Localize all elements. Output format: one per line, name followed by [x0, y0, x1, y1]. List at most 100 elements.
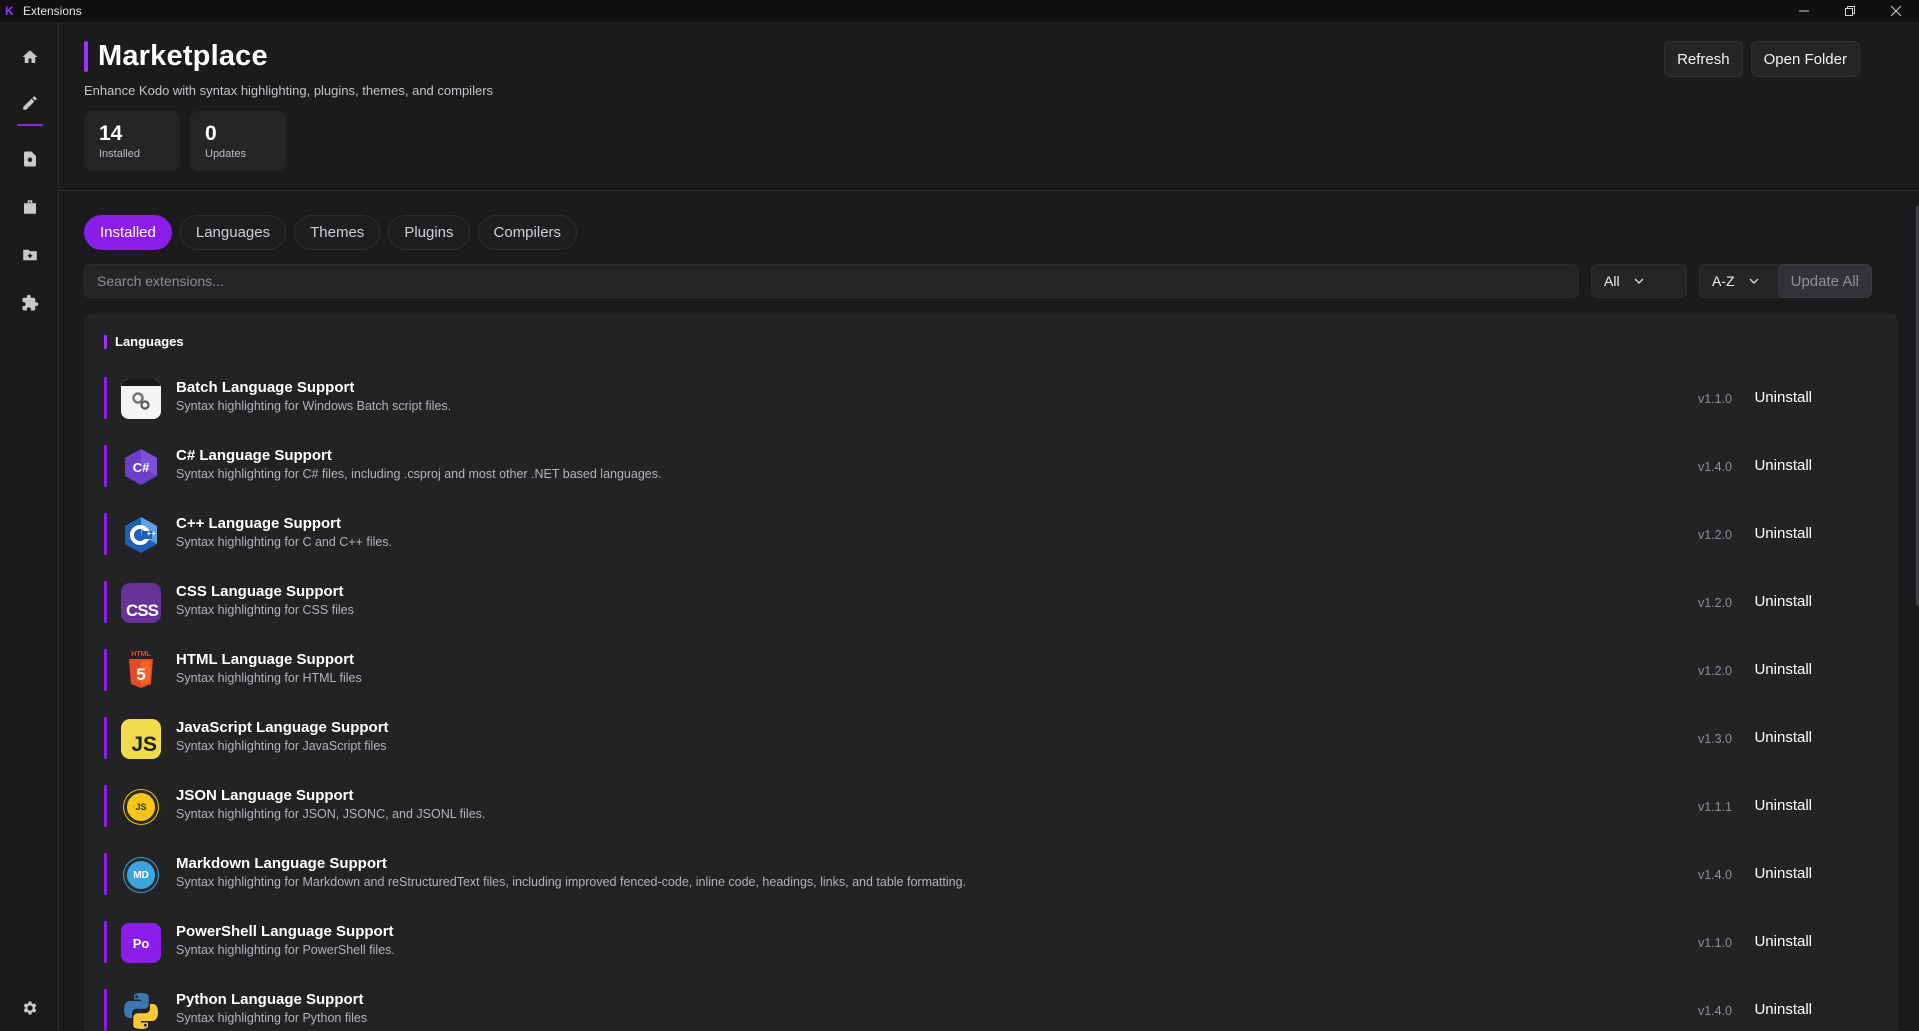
updates-label: Updates	[205, 148, 246, 160]
cpp-icon: ++	[121, 515, 161, 555]
tab-bar: Installed Languages Themes Plugins Compi…	[84, 215, 578, 250]
sidebar	[0, 22, 59, 1031]
title-row: Marketplace	[84, 40, 1894, 73]
uninstall-button[interactable]: Uninstall	[1754, 933, 1812, 950]
row-accent	[104, 377, 107, 419]
page-subtitle: Enhance Kodo with syntax highlighting, p…	[84, 83, 494, 98]
installed-count: 14	[99, 122, 123, 145]
css-icon: CSS	[121, 583, 161, 623]
markdown-icon-text: MD	[133, 869, 149, 881]
sidebar-item-editor[interactable]	[0, 83, 59, 126]
sidebar-item-extensions[interactable]	[0, 283, 59, 323]
python-icon	[121, 991, 161, 1031]
chevron-down-icon	[1634, 278, 1644, 284]
extension-description: Syntax highlighting for JavaScript files	[176, 739, 387, 753]
refresh-button[interactable]: Refresh	[1664, 41, 1743, 77]
open-folder-button[interactable]: Open Folder	[1750, 41, 1860, 77]
extension-version: v1.1.0	[1697, 392, 1732, 406]
uninstall-button[interactable]: Uninstall	[1754, 389, 1812, 406]
sidebar-item-folders[interactable]	[0, 235, 59, 275]
extension-row[interactable]: Batch Language Support Syntax highlighti…	[104, 365, 1884, 433]
extension-description: Syntax highlighting for JSON, JSONC, and…	[176, 807, 486, 821]
tab-compilers[interactable]: Compilers	[477, 215, 578, 250]
extension-version: v1.2.0	[1697, 664, 1732, 678]
extension-description: Syntax highlighting for CSS files	[176, 603, 354, 617]
row-accent	[104, 921, 107, 963]
app-logo-icon: K	[5, 4, 14, 18]
extension-name: CSS Language Support	[176, 583, 344, 600]
extension-row[interactable]: ++ C++ Language Support Syntax highlight…	[104, 501, 1884, 569]
row-accent	[104, 581, 107, 623]
page-header: Marketplace Enhance Kodo with syntax hig…	[84, 40, 1894, 98]
extension-row[interactable]: Python Language Support Syntax highlight…	[104, 977, 1884, 1031]
tab-themes[interactable]: Themes	[294, 215, 381, 250]
extension-name: JavaScript Language Support	[176, 719, 389, 736]
uninstall-button[interactable]: Uninstall	[1754, 457, 1812, 474]
html-icon-caption: HTML	[131, 651, 151, 658]
page-title: Marketplace	[98, 40, 268, 72]
tab-installed[interactable]: Installed	[84, 215, 172, 250]
chevron-down-icon	[1749, 278, 1759, 284]
javascript-icon: JS	[121, 719, 161, 759]
section-header: Languages	[104, 334, 184, 349]
extension-row[interactable]: CSS CSS Language Support Syntax highligh…	[104, 569, 1884, 637]
extension-description: Syntax highlighting for Python files	[176, 1011, 368, 1025]
header-actions: Refresh Open Folder	[1664, 41, 1860, 77]
extension-row[interactable]: HTML 5 HTML Language Support Syntax high…	[104, 637, 1884, 705]
extension-description: Syntax highlighting for Windows Batch sc…	[176, 399, 452, 413]
sidebar-item-settings[interactable]	[0, 988, 59, 1028]
home-icon	[22, 50, 37, 63]
extension-version: v1.2.0	[1697, 528, 1732, 542]
extension-name: Markdown Language Support	[176, 855, 387, 872]
uninstall-button[interactable]: Uninstall	[1754, 1001, 1812, 1018]
extension-name: Batch Language Support	[176, 379, 355, 396]
stat-installed: 14 Installed	[84, 111, 180, 171]
sidebar-item-home[interactable]	[0, 37, 59, 77]
sidebar-item-packages[interactable]	[0, 187, 59, 227]
extension-row[interactable]: JS JavaScript Language Support Syntax hi…	[104, 705, 1884, 773]
restore-button[interactable]	[1827, 0, 1873, 22]
extension-row[interactable]: C# C# Language Support Syntax highlighti…	[104, 433, 1884, 501]
package-icon	[23, 200, 36, 214]
javascript-icon-text: JS	[131, 733, 157, 756]
minimize-button[interactable]	[1781, 0, 1827, 22]
section-accent	[104, 334, 107, 349]
extension-row[interactable]: MD Markdown Language Support Syntax high…	[104, 841, 1884, 909]
extension-list-panel: Languages Batch Language Support Syntax …	[84, 314, 1898, 1031]
sidebar-item-files[interactable]	[0, 139, 59, 179]
cpp-icon-text: ++	[146, 529, 156, 538]
css-icon-text: CSS	[126, 601, 159, 620]
installed-label: Installed	[99, 148, 140, 160]
extension-version: v1.3.0	[1697, 732, 1732, 746]
extension-name: Python Language Support	[176, 991, 364, 1008]
json-icon: JS	[121, 787, 161, 827]
minimize-icon	[1799, 10, 1809, 12]
search-input[interactable]	[84, 264, 1579, 298]
row-accent	[104, 649, 107, 691]
type-filter-dropdown[interactable]: All	[1591, 264, 1687, 298]
extension-description: Syntax highlighting for Markdown and reS…	[176, 875, 967, 889]
row-accent	[104, 513, 107, 555]
csharp-icon-text: C#	[132, 459, 150, 475]
row-accent	[104, 853, 107, 895]
uninstall-button[interactable]: Uninstall	[1754, 865, 1812, 882]
close-button[interactable]	[1873, 0, 1919, 22]
uninstall-button[interactable]: Uninstall	[1754, 525, 1812, 542]
row-accent	[104, 989, 107, 1031]
update-all-button[interactable]: Update All	[1777, 264, 1872, 298]
batch-icon-graphic	[121, 379, 161, 419]
tab-plugins[interactable]: Plugins	[388, 215, 470, 250]
uninstall-button[interactable]: Uninstall	[1754, 593, 1812, 610]
title-accent	[84, 41, 88, 72]
python-logo	[124, 993, 158, 1029]
uninstall-button[interactable]: Uninstall	[1754, 661, 1812, 678]
json-icon-circle: JS	[124, 790, 158, 824]
extension-name: JSON Language Support	[176, 787, 354, 804]
powershell-icon-text: Po	[132, 935, 150, 951]
uninstall-button[interactable]: Uninstall	[1754, 729, 1812, 746]
extension-name: HTML Language Support	[176, 651, 355, 668]
tab-languages[interactable]: Languages	[179, 215, 287, 250]
uninstall-button[interactable]: Uninstall	[1754, 797, 1812, 814]
extension-row[interactable]: JS JSON Language Support Syntax highligh…	[104, 773, 1884, 841]
extension-row[interactable]: Po PowerShell Language Support Syntax hi…	[104, 909, 1884, 977]
